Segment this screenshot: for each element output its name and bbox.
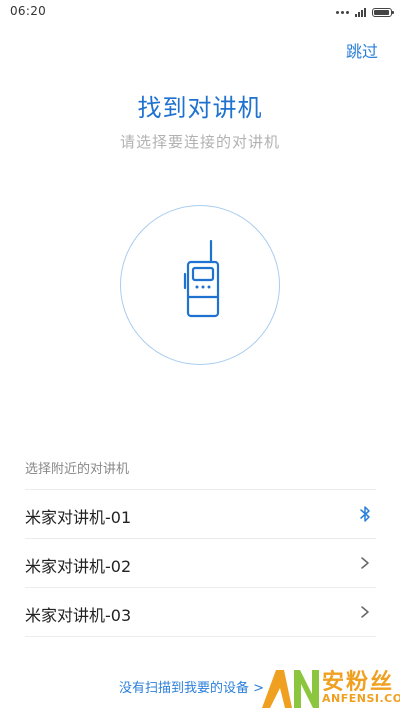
page-subtitle: 请选择要连接的对讲机 (119, 133, 280, 151)
list-item-label: 米家对讲机-01 (25, 508, 132, 527)
watermark-logo: 安粉丝 ANFENSI.COM (258, 664, 400, 711)
section-label: 选择附近的对讲机 (25, 462, 130, 477)
status-time: 06:20 (10, 4, 47, 18)
walkie-talkie-icon (183, 239, 220, 318)
more-dots-icon (336, 10, 349, 14)
anfensi-logo-icon (262, 670, 319, 708)
skip-button[interactable]: 跳过 (346, 38, 378, 62)
chevron-right-icon (361, 557, 369, 569)
device-list: 米家对讲机-01 米家对讲机-02 米家对讲机-03 (25, 489, 376, 637)
chevron-right-icon (361, 606, 369, 618)
list-item-device-03[interactable]: 米家对讲机-03 (25, 588, 376, 637)
page-title: 找到对讲机 (137, 94, 263, 122)
list-item-label: 米家对讲机-03 (25, 606, 132, 625)
list-item-device-02[interactable]: 米家对讲机-02 (25, 539, 376, 588)
status-bar: 06:20 (0, 0, 400, 24)
battery-level (374, 9, 390, 15)
list-item-device-01[interactable]: 米家对讲机-01 (25, 490, 376, 539)
signal-icon (355, 7, 366, 17)
device-illustration (120, 205, 280, 365)
bluetooth-icon (360, 506, 370, 522)
watermark-domain: ANFENSI.COM (322, 692, 400, 705)
list-item-label: 米家对讲机-02 (25, 557, 132, 576)
device-not-found-link[interactable]: 没有扫描到我要的设备 > (119, 677, 264, 696)
status-icons (336, 5, 394, 19)
battery-icon (372, 7, 394, 17)
